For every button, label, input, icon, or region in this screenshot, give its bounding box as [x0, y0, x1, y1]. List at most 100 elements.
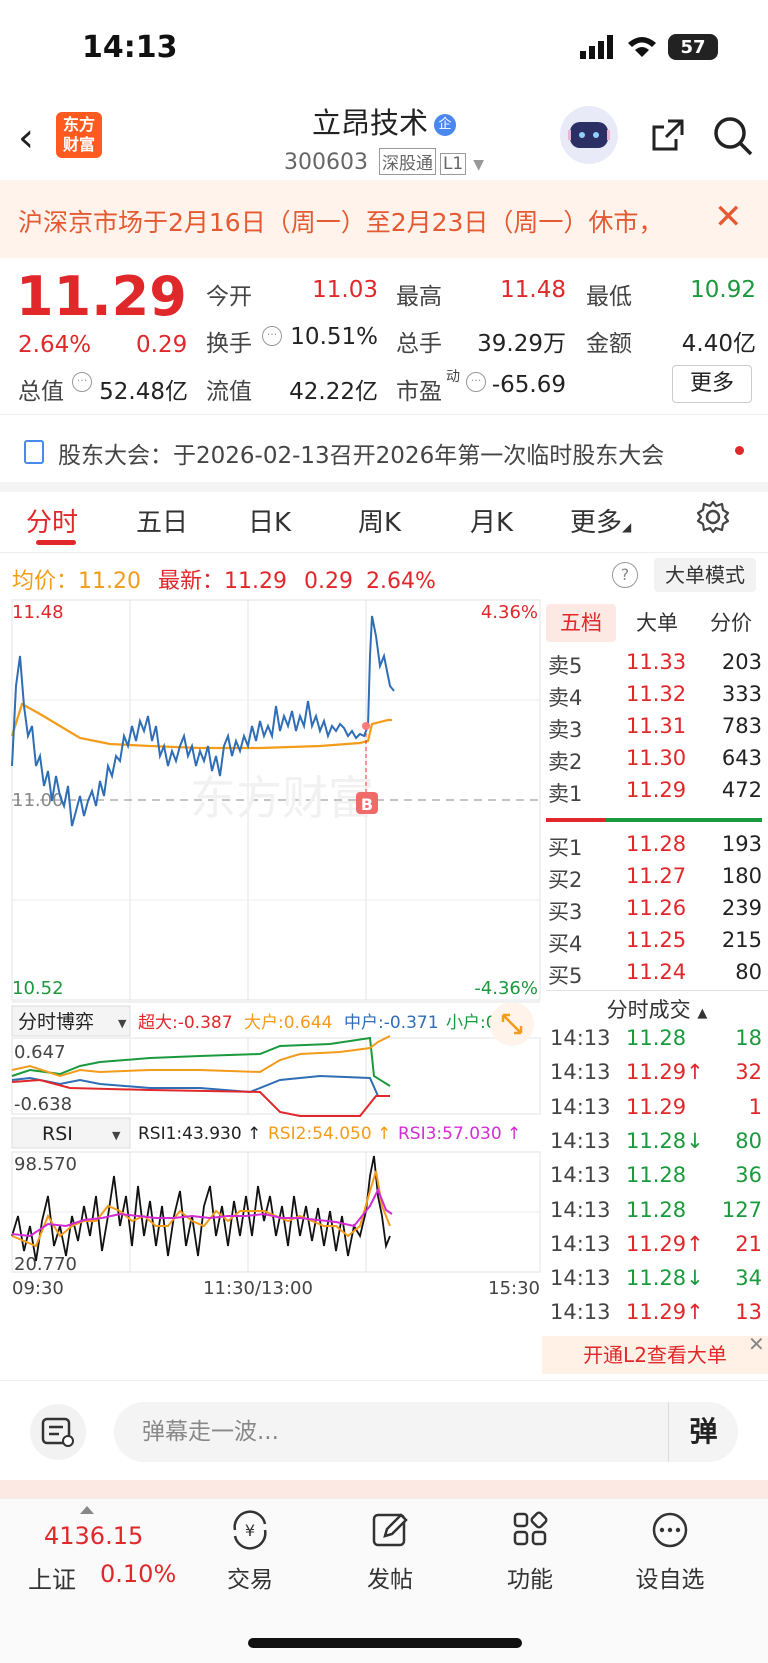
trade-price: 11.28↓	[626, 1128, 704, 1153]
nav-post-label: 发帖	[367, 1567, 413, 1593]
tab-monthly-k[interactable]: 月K	[470, 502, 513, 539]
orderbook-tabs: 五档 大单 分价	[546, 604, 768, 642]
tab-daily-k[interactable]: 日K	[248, 502, 291, 539]
tab-price-dist[interactable]: 分价	[696, 604, 766, 642]
ai-assistant-icon[interactable]	[560, 106, 618, 164]
big-order-mode-button[interactable]: 大单模式	[654, 558, 756, 592]
last-label: 最新：	[158, 569, 225, 594]
time-end-label: 15:30	[488, 1278, 540, 1299]
ask-label: 卖2	[548, 750, 583, 774]
rsi-selector[interactable]: RSI	[42, 1123, 73, 1145]
series-xiaohu	[11, 1036, 391, 1087]
index-percent[interactable]: 0.10%	[100, 1560, 176, 1588]
turnover-label: 换手	[206, 331, 252, 357]
price-mid-label: 11.00	[12, 790, 64, 811]
rsi-bottom-label: 20.770	[14, 1254, 77, 1275]
ask-label: 卖1	[548, 782, 583, 806]
gear-icon[interactable]	[696, 500, 730, 534]
trade-volume: 1	[748, 1094, 762, 1119]
intraday-chart[interactable]: 东方财富 11.48 10.52 11.00 4.36% -4.36% B 分时…	[0, 596, 542, 1378]
buy-marker: B	[361, 795, 373, 814]
info-icon[interactable]: ···	[466, 372, 486, 392]
time-start-label: 09:30	[12, 1278, 64, 1299]
bid-row[interactable]: 买1 11.28 193	[548, 832, 762, 864]
bid-row[interactable]: 买3 11.26 239	[548, 896, 762, 928]
indicator-selector[interactable]: 分时博弈	[18, 1011, 94, 1033]
search-icon[interactable]	[712, 115, 754, 157]
rsi3-value: RSI3:57.030 ↑	[398, 1124, 521, 1144]
trade-volume: 34	[735, 1266, 762, 1291]
info-icon[interactable]: ···	[262, 326, 282, 346]
trade-row: 14:13 11.28↓ 34	[550, 1266, 762, 1300]
nav-trade[interactable]: ¥ 交易	[200, 1510, 300, 1594]
ask-price: 11.33	[626, 650, 687, 674]
ask-row[interactable]: 卖5 11.33 203	[548, 650, 762, 682]
ask-row[interactable]: 卖4 11.32 333	[548, 682, 762, 714]
avg-price-line	[10, 702, 392, 750]
high-label: 最高	[396, 284, 442, 310]
bid-row[interactable]: 买4 11.25 215	[548, 928, 762, 960]
ask-row[interactable]: 卖3 11.31 783	[548, 714, 762, 746]
info-icon[interactable]: ···	[72, 372, 92, 392]
trade-row: 14:13 11.29 1	[550, 1095, 762, 1129]
trade-price: 11.29↑	[626, 1060, 704, 1085]
bid-volume: 239	[721, 896, 762, 920]
bid-row[interactable]: 买5 11.24 80	[548, 960, 762, 992]
help-icon[interactable]: ?	[612, 562, 638, 588]
trade-row: 14:13 11.29↑ 32	[550, 1060, 762, 1094]
trade-time: 14:13	[550, 1128, 611, 1153]
tab-five-day[interactable]: 五日	[136, 502, 188, 539]
tab-big-orders[interactable]: 大单	[622, 604, 692, 642]
l2-upgrade-banner[interactable]: 开通L2查看大单	[542, 1336, 768, 1374]
index-value[interactable]: 4136.15	[44, 1522, 143, 1550]
ask-label: 卖5	[548, 654, 583, 678]
float-label: 流值	[206, 379, 252, 405]
ask-price: 11.29	[626, 778, 687, 802]
meeting-notice[interactable]: 股东大会：于2026-02-13召开2026年第一次临时股东大会	[58, 436, 664, 470]
unread-dot	[735, 446, 744, 455]
trade-price: 11.29	[626, 1094, 687, 1119]
tab-five-levels[interactable]: 五档	[546, 604, 616, 642]
bid-row[interactable]: 买2 11.27 180	[548, 864, 762, 896]
more-button[interactable]: 更多	[672, 365, 752, 403]
trade-time: 14:13	[550, 1231, 611, 1256]
nav-post[interactable]: 发帖	[340, 1510, 440, 1594]
nav-watchlist[interactable]: 设自选	[620, 1510, 720, 1594]
close-icon[interactable]: ✕	[748, 1332, 765, 1356]
bid-label: 买4	[548, 932, 583, 956]
low-value: 10.92	[690, 277, 756, 303]
nav-features[interactable]: 功能	[480, 1510, 580, 1594]
bid-label: 买1	[548, 836, 583, 860]
pe-value: -65.69	[491, 372, 566, 398]
trade-time: 14:13	[550, 1026, 611, 1050]
trade-time: 14:13	[550, 1060, 611, 1085]
comment-list-icon[interactable]	[30, 1404, 86, 1460]
share-icon[interactable]	[648, 115, 688, 155]
bid-label: 买3	[548, 900, 583, 924]
trade-icon: ¥	[233, 1510, 267, 1550]
tab-intraday[interactable]: 分时	[26, 502, 78, 539]
close-icon[interactable]: ✕	[714, 197, 743, 237]
divider	[0, 552, 768, 553]
danmu-input[interactable]: 弹幕走一波...	[114, 1402, 738, 1462]
status-icons: 57	[580, 34, 718, 60]
tab-weekly-k[interactable]: 周K	[358, 502, 401, 539]
trade-price: 11.28	[626, 1163, 687, 1188]
bid-label: 买2	[548, 868, 583, 892]
danmu-toggle-button[interactable]: 弹	[668, 1402, 738, 1462]
notice-text[interactable]: 沪深京市场于2月16日（周一）至2月23日（周一）休市，	[18, 203, 678, 239]
tab-more[interactable]: 更多◢	[570, 502, 631, 539]
trades-header[interactable]: 分时成交 ▲	[546, 994, 768, 1024]
index-name[interactable]: 上证	[28, 1560, 76, 1595]
ask-row[interactable]: 卖2 11.30 643	[548, 746, 762, 778]
grid-icon	[513, 1511, 548, 1546]
more-dots-icon	[652, 1512, 688, 1548]
rsi-top-label: 98.570	[14, 1154, 77, 1175]
amount-value: 4.40亿	[681, 331, 756, 357]
ask-volume: 333	[721, 682, 762, 706]
wifi-icon	[628, 37, 656, 57]
price-bottom-label: 10.52	[12, 978, 64, 999]
divider	[546, 990, 768, 991]
ask-volume: 783	[721, 714, 762, 738]
ask-row[interactable]: 卖1 11.29 472	[548, 778, 762, 810]
